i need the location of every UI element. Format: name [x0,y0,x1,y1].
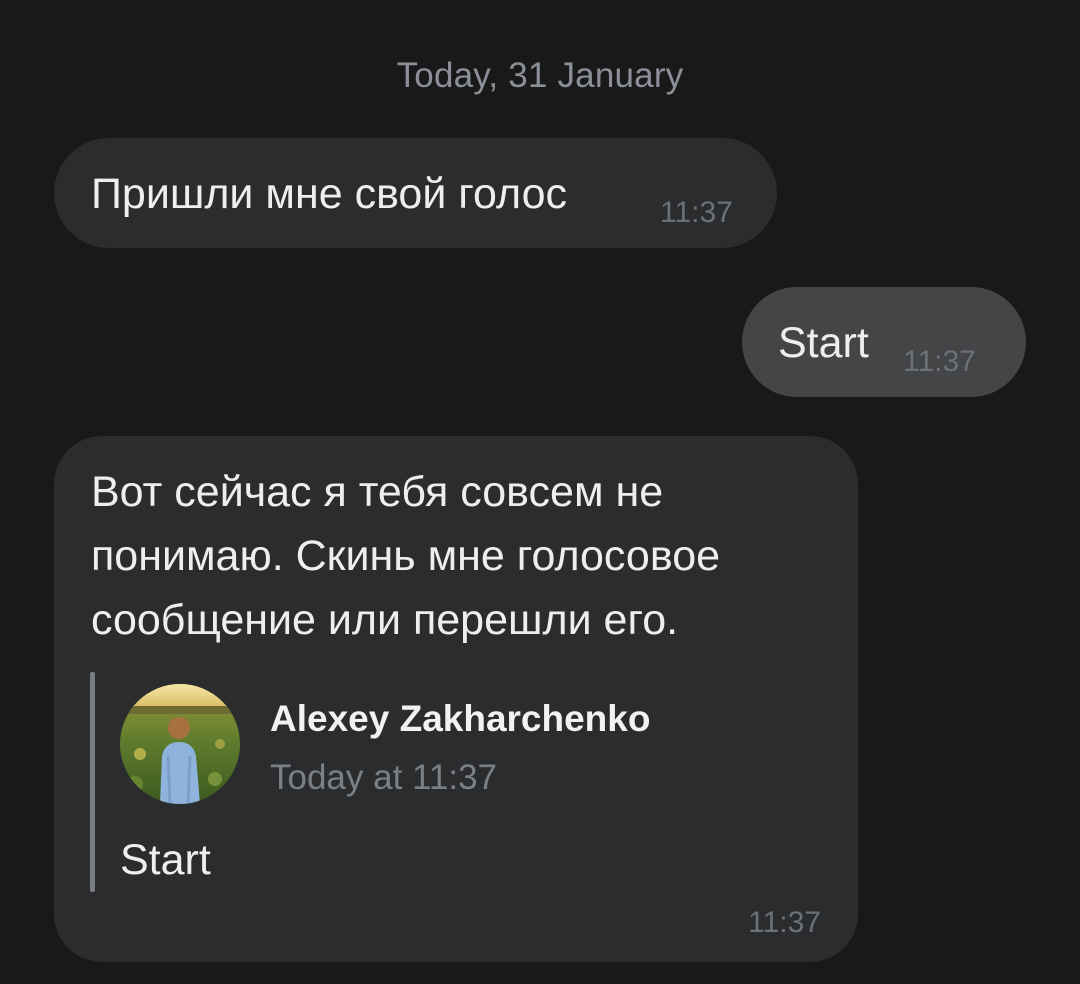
message-time: 11:37 [660,196,733,229]
message-line: Вот сейчас я тебя совсем не [91,468,664,516]
date-separator: Today, 31 January [396,56,684,95]
message-line: понимаю. Скинь мне голосовое [91,532,721,580]
message-line: сообщение или перешли его. [91,596,679,644]
message-text: Start [778,319,869,367]
outgoing-message-bubble[interactable]: Start 11:37 [742,287,1026,397]
avatar-photo [120,684,240,804]
forward-quote-bar [90,672,95,892]
user-avatar-icon[interactable] [120,684,240,804]
message-time: 11:37 [748,906,821,939]
forwarded-text: Start [120,836,211,884]
message-text: Вот сейчас я тебя совсем не понимаю. Ски… [91,460,720,652]
forwarded-author-name[interactable]: Alexey Zakharchenko [270,698,650,740]
incoming-message-bubble[interactable]: Пришли мне свой голос 11:37 [54,138,777,248]
incoming-message-bubble[interactable]: Вот сейчас я тебя совсем не понимаю. Ски… [54,436,858,962]
message-time: 11:37 [903,345,976,378]
forwarded-message[interactable]: Alexey Zakharchenko Today at 11:37 Start [90,672,790,892]
forwarded-date: Today at 11:37 [270,758,498,797]
message-text: Пришли мне свой голос [91,170,568,218]
